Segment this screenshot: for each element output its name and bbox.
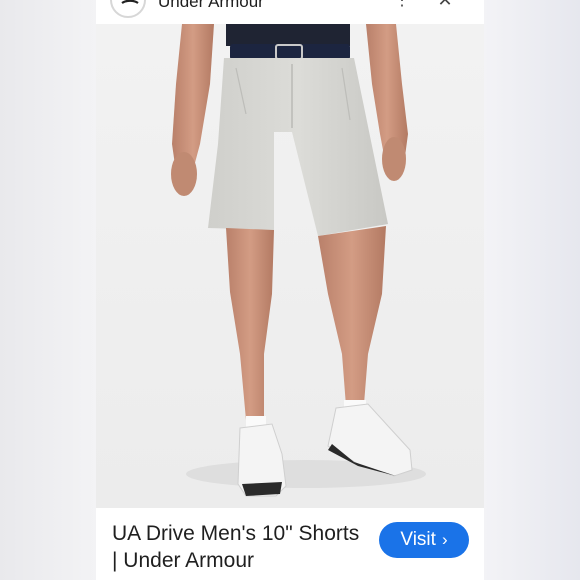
close-icon[interactable]: ✕ [436,0,454,9]
visit-button[interactable]: Visit › [379,522,469,558]
product-preview-card: Under Armour ⋮ ✕ UA Drive Men's 10" Shor… [96,0,484,580]
more-vert-icon[interactable]: ⋮ [394,0,410,9]
backdrop-right [484,0,580,580]
backdrop-left [0,0,96,580]
source-header: Under Armour ⋮ ✕ [96,0,484,24]
product-title[interactable]: UA Drive Men's 10" Shorts | Under Armour [112,520,362,574]
visit-button-label: Visit [400,529,436,550]
product-photo[interactable] [96,24,484,508]
under-armour-logo-icon[interactable] [110,0,146,18]
source-name[interactable]: Under Armour [158,0,264,12]
chevron-right-icon: › [441,529,448,549]
